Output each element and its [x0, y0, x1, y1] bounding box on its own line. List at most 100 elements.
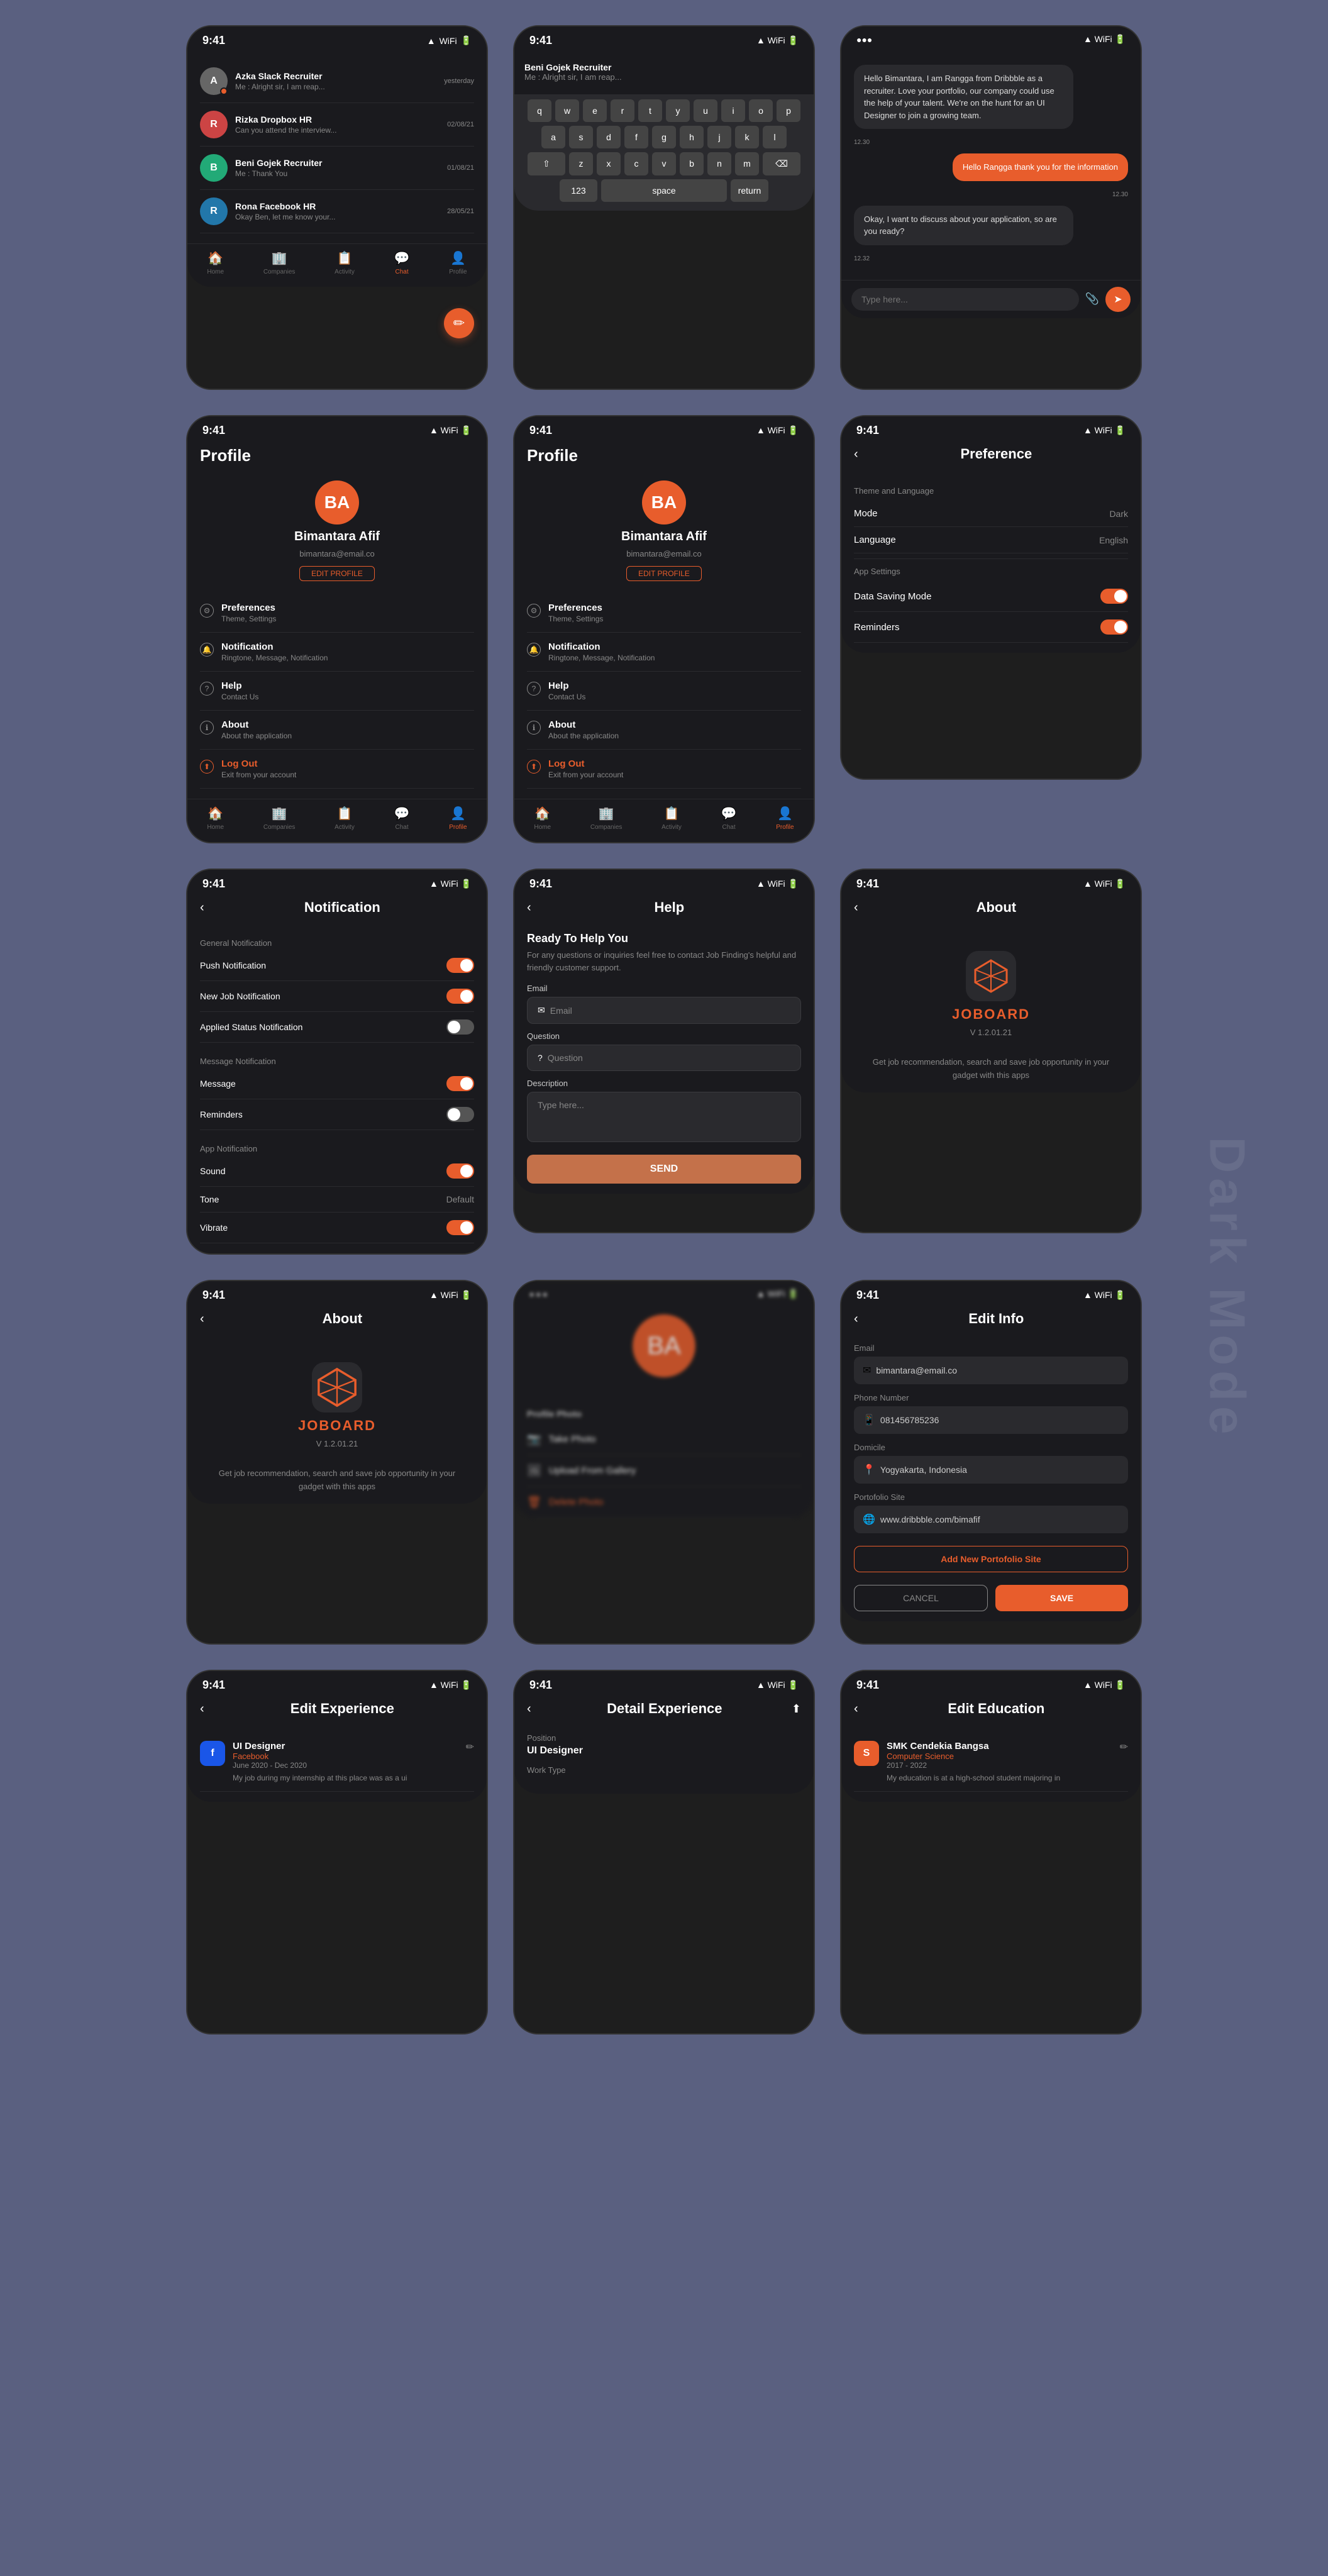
new-job-notif-row[interactable]: New Job Notification	[200, 981, 474, 1012]
message-toggle[interactable]	[446, 1076, 474, 1091]
language-row[interactable]: Language English	[854, 527, 1128, 553]
key-123[interactable]: 123	[560, 179, 597, 202]
question-form-input[interactable]: ? Question	[527, 1045, 801, 1071]
push-notif-toggle[interactable]	[446, 958, 474, 973]
message-row[interactable]: Message	[200, 1069, 474, 1099]
chat-item-3[interactable]: B Beni Gojek Recruiter Me : Thank You 01…	[200, 147, 474, 190]
applied-status-toggle[interactable]	[446, 1019, 474, 1035]
nav-activity-p1[interactable]: 📋Activity	[335, 806, 355, 831]
back-arrow-editedu[interactable]: ‹	[854, 1702, 858, 1716]
message-input[interactable]	[851, 288, 1079, 311]
detail-exp-share-icon[interactable]: ⬆	[792, 1702, 801, 1716]
key-h[interactable]: h	[680, 126, 704, 148]
add-portfolio-button[interactable]: Add New Portofolio Site	[854, 1546, 1128, 1572]
key-x[interactable]: x	[597, 152, 621, 175]
sound-row[interactable]: Sound	[200, 1156, 474, 1187]
key-f[interactable]: f	[624, 126, 648, 148]
key-i[interactable]: i	[721, 99, 745, 122]
domicile-edit-input[interactable]: 📍 Yogyakarta, Indonesia	[854, 1456, 1128, 1484]
nav-companies-p1[interactable]: 🏢Companies	[263, 806, 296, 831]
key-w[interactable]: w	[555, 99, 579, 122]
key-b[interactable]: b	[680, 152, 704, 175]
nav-companies[interactable]: 🏢 Companies	[263, 250, 296, 275]
nav-profile[interactable]: 👤 Profile	[449, 250, 467, 275]
reminders-row[interactable]: Reminders	[854, 612, 1128, 643]
description-form-input[interactable]: Type here...	[527, 1092, 801, 1142]
back-arrow-help[interactable]: ‹	[527, 901, 531, 915]
nav-chat-p1[interactable]: 💬Chat	[394, 806, 410, 831]
key-l[interactable]: l	[763, 126, 787, 148]
menu-preferences-2[interactable]: ⚙ Preferences Theme, Settings	[527, 594, 801, 633]
email-edit-input[interactable]: ✉ bimantara@email.co	[854, 1357, 1128, 1384]
menu-preferences[interactable]: ⚙ Preferences Theme, Settings	[200, 594, 474, 633]
push-notif-row[interactable]: Push Notification	[200, 950, 474, 981]
key-backspace[interactable]: ⌫	[763, 152, 800, 175]
cancel-button[interactable]: CANCEL	[854, 1585, 988, 1611]
key-j[interactable]: j	[707, 126, 731, 148]
back-arrow-editinfo[interactable]: ‹	[854, 1312, 858, 1326]
menu-logout[interactable]: ⬆ Log Out Exit from your account	[200, 750, 474, 789]
edit-profile-button-2[interactable]: EDIT PROFILE	[626, 566, 702, 581]
key-s[interactable]: s	[569, 126, 593, 148]
key-y[interactable]: y	[666, 99, 690, 122]
mode-row[interactable]: Mode Dark	[854, 501, 1128, 527]
sound-toggle[interactable]	[446, 1163, 474, 1179]
vibrate-toggle[interactable]	[446, 1220, 474, 1235]
exp-edit-icon-1[interactable]: ✏	[466, 1741, 474, 1784]
nav-activity[interactable]: 📋 Activity	[335, 250, 355, 275]
menu-logout-2[interactable]: ⬆ Log Out Exit from your account	[527, 750, 801, 789]
data-saving-toggle[interactable]	[1100, 589, 1128, 604]
attachment-icon[interactable]: 📎	[1085, 292, 1099, 306]
upload-gallery-option[interactable]: 🖼 Upload From Gallery	[527, 1455, 801, 1487]
key-k[interactable]: k	[735, 126, 759, 148]
back-arrow-pref[interactable]: ‹	[854, 447, 858, 462]
save-button[interactable]: SAVE	[995, 1585, 1128, 1611]
phone-edit-input[interactable]: 📱 081456785236	[854, 1406, 1128, 1434]
menu-notification-2[interactable]: 🔔 Notification Ringtone, Message, Notifi…	[527, 633, 801, 672]
vibrate-row[interactable]: Vibrate	[200, 1213, 474, 1243]
menu-about-2[interactable]: ℹ About About the application	[527, 711, 801, 750]
chat-item-2[interactable]: R Rizka Dropbox HR Can you attend the in…	[200, 103, 474, 147]
key-o[interactable]: o	[749, 99, 773, 122]
nav-home[interactable]: 🏠 Home	[207, 250, 224, 275]
send-button-help[interactable]: SEND	[527, 1155, 801, 1184]
data-saving-row[interactable]: Data Saving Mode	[854, 581, 1128, 612]
menu-about[interactable]: ℹ About About the application	[200, 711, 474, 750]
key-v[interactable]: v	[652, 152, 676, 175]
chat-item-1[interactable]: A Azka Slack Recruiter Me : Alright sir,…	[200, 60, 474, 103]
reminders-toggle[interactable]	[1100, 619, 1128, 635]
new-job-notif-toggle[interactable]	[446, 989, 474, 1004]
back-arrow-notif[interactable]: ‹	[200, 901, 204, 915]
menu-notification[interactable]: 🔔 Notification Ringtone, Message, Notifi…	[200, 633, 474, 672]
edit-profile-button[interactable]: EDIT PROFILE	[299, 566, 375, 581]
key-shift[interactable]: ⇧	[528, 152, 565, 175]
edu-edit-icon-1[interactable]: ✏	[1120, 1741, 1128, 1784]
portfolio-edit-input[interactable]: 🌐 www.dribbble.com/bimafif	[854, 1506, 1128, 1533]
nav-profile-p1[interactable]: 👤Profile	[449, 806, 467, 831]
key-t[interactable]: t	[638, 99, 662, 122]
key-return[interactable]: return	[731, 179, 768, 202]
key-n[interactable]: n	[707, 152, 731, 175]
take-photo-option[interactable]: 📷 Take Photo	[527, 1424, 801, 1455]
send-button[interactable]: ➤	[1105, 287, 1131, 312]
tone-row[interactable]: Tone Default	[200, 1187, 474, 1213]
chat-item-4[interactable]: R Rona Facebook HR Okay Ben, let me know…	[200, 190, 474, 233]
key-q[interactable]: q	[528, 99, 551, 122]
key-z[interactable]: z	[569, 152, 593, 175]
back-arrow-about1[interactable]: ‹	[854, 901, 858, 915]
reminders-notif-toggle[interactable]	[446, 1107, 474, 1122]
delete-photo-option[interactable]: 🗑 Delete Photo	[527, 1487, 801, 1518]
reminders-notif-row[interactable]: Reminders	[200, 1099, 474, 1130]
menu-help[interactable]: ? Help Contact Us	[200, 672, 474, 711]
back-arrow-about2[interactable]: ‹	[200, 1312, 204, 1326]
email-form-input[interactable]: ✉ Email	[527, 997, 801, 1024]
key-p[interactable]: p	[777, 99, 800, 122]
nav-chat[interactable]: 💬 Chat	[394, 250, 410, 275]
key-m[interactable]: m	[735, 152, 759, 175]
key-space[interactable]: space	[601, 179, 727, 202]
key-a[interactable]: a	[541, 126, 565, 148]
key-g[interactable]: g	[652, 126, 676, 148]
nav-home-p1[interactable]: 🏠Home	[207, 806, 224, 831]
key-r[interactable]: r	[611, 99, 634, 122]
menu-help-2[interactable]: ? Help Contact Us	[527, 672, 801, 711]
